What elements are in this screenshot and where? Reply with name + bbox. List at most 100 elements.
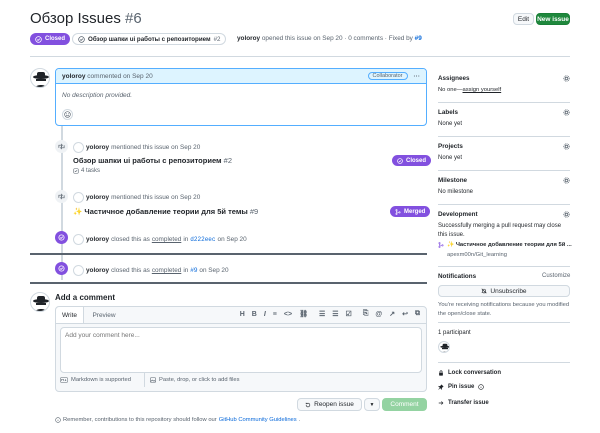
avatar[interactable] bbox=[73, 265, 84, 276]
labels-heading[interactable]: Labels bbox=[438, 109, 458, 116]
event-text: closed this as bbox=[111, 267, 150, 274]
footer-punct: . bbox=[298, 417, 301, 423]
timeline-icon bbox=[55, 190, 68, 203]
avatar[interactable] bbox=[73, 142, 84, 153]
assignees-heading[interactable]: Assignees bbox=[438, 75, 470, 82]
transfer-issue[interactable]: Transfer issue bbox=[438, 400, 489, 406]
reopen-issue-button[interactable]: Reopen issue bbox=[297, 398, 362, 411]
checklist-icon bbox=[73, 168, 79, 174]
unsubscribe-button[interactable]: Unsubscribe bbox=[438, 285, 570, 297]
reopen-options-button[interactable]: ▼ bbox=[364, 398, 380, 411]
milestone-heading[interactable]: Milestone bbox=[438, 177, 467, 184]
avatar[interactable] bbox=[30, 292, 50, 312]
mention-title-text[interactable]: Обзор шапки ui работы с репозиторием bbox=[73, 156, 222, 165]
tab-preview[interactable]: Preview bbox=[84, 307, 124, 323]
completed-link[interactable]: completed bbox=[152, 236, 182, 243]
unordered-list-icon[interactable]: ☰ bbox=[332, 310, 338, 318]
lock-conversation[interactable]: Lock conversation bbox=[438, 370, 501, 376]
saved-reply-icon[interactable]: ↩ bbox=[402, 310, 408, 318]
assign-yourself-link[interactable]: assign yourself bbox=[463, 87, 502, 93]
commit-link[interactable]: d222eec bbox=[190, 236, 215, 243]
fixed-by-link[interactable]: #9 bbox=[415, 35, 422, 42]
new-issue-button[interactable]: New issue bbox=[536, 13, 570, 25]
add-reaction-button[interactable] bbox=[62, 109, 73, 120]
code-icon[interactable]: <> bbox=[284, 311, 292, 318]
mention-tasks: 4 tasks bbox=[73, 168, 100, 174]
mention-event: yoloroy mentioned this issue on Sep 20 bbox=[73, 192, 200, 203]
italic-icon[interactable]: I bbox=[264, 311, 266, 318]
event-date: on Sep 20 bbox=[199, 267, 229, 274]
gear-icon[interactable] bbox=[563, 109, 570, 116]
gear-icon[interactable] bbox=[563, 75, 570, 82]
mention-title[interactable]: ✨ Частичное добавление теории для 5й тем… bbox=[73, 207, 258, 216]
image-icon bbox=[150, 377, 156, 383]
completed-link[interactable]: completed bbox=[152, 267, 182, 274]
reference-icon[interactable]: ↗ bbox=[389, 310, 395, 318]
bold-icon[interactable]: B bbox=[252, 311, 257, 318]
projects-value: None yet bbox=[438, 155, 463, 161]
heading-icon[interactable]: H bbox=[240, 311, 245, 318]
header-divider bbox=[30, 56, 570, 57]
markdown-note[interactable]: Markdown is supported bbox=[60, 377, 131, 383]
pin-icon bbox=[438, 384, 444, 390]
event-author[interactable]: yoloroy bbox=[86, 236, 109, 243]
tab-write[interactable]: Write bbox=[56, 307, 84, 323]
issue-meta-text: yoloroy opened this issue on Sep 20 · 0 … bbox=[237, 35, 422, 42]
kebab-menu-icon[interactable]: ··· bbox=[414, 73, 421, 80]
avatar[interactable] bbox=[73, 234, 84, 245]
guidelines-link[interactable]: GitHub Community Guidelines bbox=[219, 417, 297, 423]
dev-pr-title[interactable]: ✨ Частичное добавление теории для 5й ... bbox=[447, 242, 572, 248]
issue-title: Обзор Issues bbox=[30, 10, 121, 27]
slash-command-icon[interactable]: ⧉ bbox=[415, 310, 420, 318]
lock-label: Lock conversation bbox=[448, 370, 502, 376]
sidebar-divider bbox=[438, 266, 570, 267]
gear-icon[interactable] bbox=[563, 211, 570, 218]
spy-avatar-icon bbox=[33, 296, 49, 311]
avatar[interactable] bbox=[73, 192, 84, 203]
task-list-icon[interactable]: ☑ bbox=[346, 310, 352, 318]
dev-pr-repo: apexm00n/Git_learning bbox=[447, 252, 507, 258]
quote-icon[interactable]: ≡ bbox=[273, 311, 277, 318]
development-heading[interactable]: Development bbox=[438, 211, 478, 218]
event-author[interactable]: yoloroy bbox=[86, 267, 109, 274]
tasks-count: 4 tasks bbox=[81, 168, 101, 174]
projects-heading[interactable]: Projects bbox=[438, 143, 463, 150]
mention-icon[interactable]: @ bbox=[375, 311, 382, 318]
event-text: mentioned this issue on Sep 20 bbox=[111, 144, 201, 151]
closed-check-icon bbox=[58, 265, 65, 272]
development-pr[interactable]: ✨ Частичное добавление теории для 5й ... bbox=[438, 242, 572, 248]
attach-icon[interactable]: ⎘ bbox=[363, 310, 369, 318]
milestone-value: No milestone bbox=[438, 189, 474, 195]
pr-ref-link[interactable]: #9 bbox=[190, 267, 197, 274]
pin-issue[interactable]: Pin issue bbox=[438, 384, 485, 390]
linked-issue-chip[interactable]: Обзор шапки ui работы с репозиторием #2 bbox=[72, 33, 227, 45]
event-author[interactable]: yoloroy bbox=[86, 144, 109, 151]
link-icon[interactable]: ⛓ bbox=[299, 310, 308, 318]
comment-author[interactable]: yoloroy bbox=[62, 73, 85, 80]
edit-button[interactable]: Edit bbox=[513, 13, 534, 25]
participant-avatar[interactable] bbox=[438, 341, 450, 353]
gear-icon[interactable] bbox=[563, 177, 570, 184]
comment-button[interactable]: Comment bbox=[382, 398, 427, 411]
lock-icon bbox=[439, 370, 443, 376]
mention-title-text[interactable]: ✨ Частичное добавление теории для 5й тем… bbox=[73, 207, 248, 216]
event-author[interactable]: yoloroy bbox=[86, 194, 109, 201]
numbered-list-icon[interactable]: ☰ bbox=[319, 310, 325, 318]
cross-reference-icon bbox=[58, 143, 65, 150]
mention-title[interactable]: Обзор шапки ui работы с репозиторием #2 bbox=[73, 156, 232, 165]
comment-textarea[interactable] bbox=[60, 327, 422, 373]
avatar[interactable] bbox=[30, 68, 50, 88]
labels-value: None yet bbox=[438, 121, 463, 127]
event-text: mentioned this issue on Sep 20 bbox=[111, 194, 201, 201]
status-badge: Closed bbox=[30, 33, 71, 45]
mention-number[interactable]: #9 bbox=[250, 207, 258, 216]
attach-note[interactable]: Paste, drop, or click to add files bbox=[150, 377, 240, 383]
linked-issue-title: Обзор шапки ui работы с репозиторием bbox=[88, 35, 211, 43]
customize-link[interactable]: Customize bbox=[542, 273, 570, 279]
gear-icon[interactable] bbox=[563, 143, 570, 150]
issue-author[interactable]: yoloroy bbox=[237, 35, 260, 42]
event-text: in bbox=[183, 236, 189, 243]
info-icon[interactable] bbox=[478, 384, 485, 390]
mention-number[interactable]: #2 bbox=[224, 156, 232, 165]
cross-reference-icon bbox=[58, 193, 65, 200]
